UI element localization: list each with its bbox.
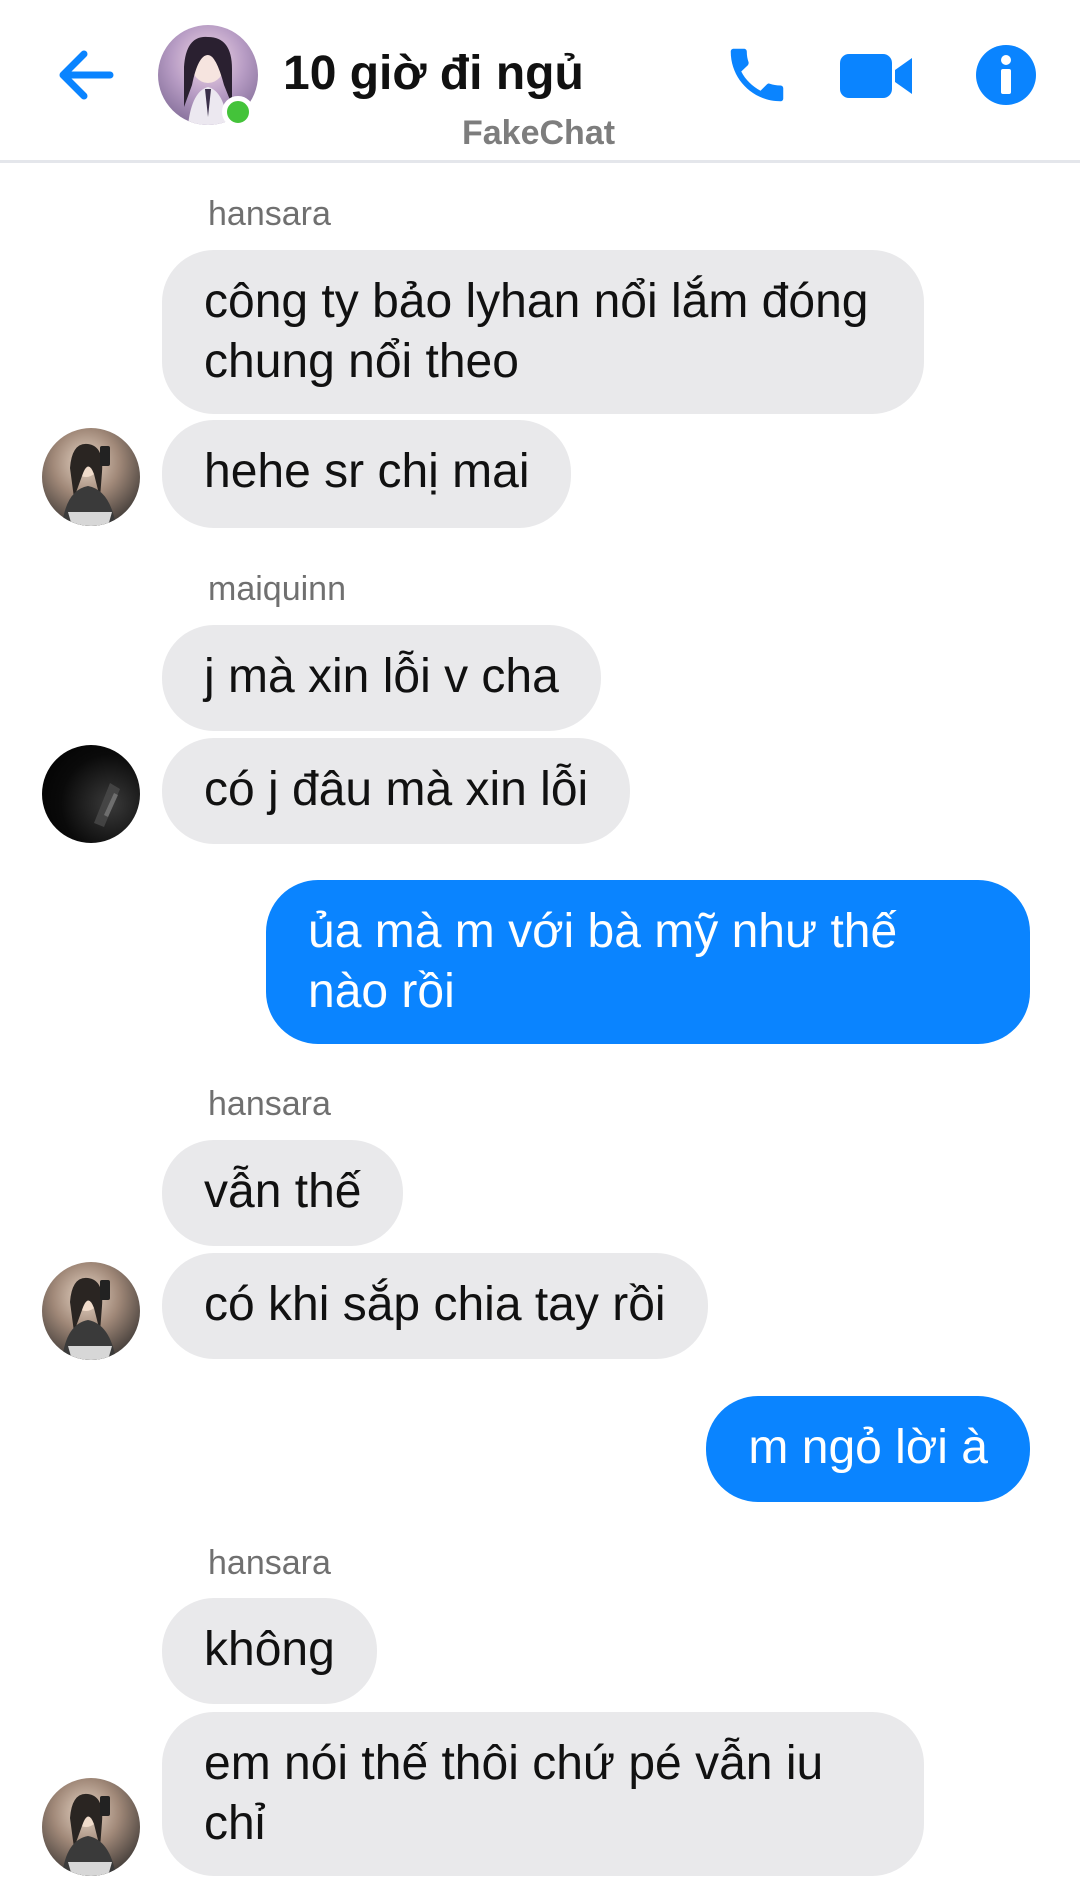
sender-name: hansara: [208, 1085, 331, 1123]
message-bubble[interactable]: có j đâu mà xin lỗi: [162, 738, 631, 844]
info-icon: [976, 45, 1036, 105]
sender-name: maiquinn: [208, 570, 346, 608]
phone-icon: [730, 48, 784, 102]
arrow-left-icon: [59, 50, 114, 100]
chat-header: 10 giờ đi ngủ FakeChat: [0, 0, 1080, 163]
message-bubble-outgoing[interactable]: ủa mà m với bà mỹ như thế nào rồi: [266, 880, 1030, 1044]
sender-avatar[interactable]: [42, 1262, 140, 1360]
message-bubble[interactable]: công ty bảo lyhan nổi lắm đóng chung nổi…: [162, 250, 924, 414]
info-button[interactable]: [975, 44, 1037, 106]
video-call-button[interactable]: [838, 46, 916, 106]
message-bubble-outgoing[interactable]: m ngỏ lời à: [706, 1396, 1030, 1502]
conversation-title[interactable]: 10 giờ đi ngủ: [283, 46, 584, 101]
voice-call-button[interactable]: [722, 40, 792, 110]
watermark-label: FakeChat: [462, 114, 616, 152]
message-bubble[interactable]: không: [162, 1598, 377, 1704]
back-button[interactable]: [52, 40, 122, 110]
message-bubble[interactable]: j mà xin lỗi v cha: [162, 625, 601, 731]
sender-name: hansara: [208, 1544, 331, 1582]
sender-avatar[interactable]: [42, 1778, 140, 1876]
online-status-dot: [222, 96, 254, 128]
message-bubble[interactable]: vẫn thế: [162, 1140, 404, 1246]
message-bubble[interactable]: em nói thế thôi chứ pé vẫn iu chỉ: [162, 1712, 924, 1876]
sender-avatar[interactable]: [42, 428, 140, 526]
message-bubble[interactable]: có khi sắp chia tay rồi: [162, 1253, 708, 1359]
video-camera-icon: [840, 54, 912, 98]
sender-name: hansara: [208, 195, 331, 233]
sender-avatar[interactable]: [42, 745, 140, 843]
message-bubble[interactable]: hehe sr chị mai: [162, 420, 572, 528]
